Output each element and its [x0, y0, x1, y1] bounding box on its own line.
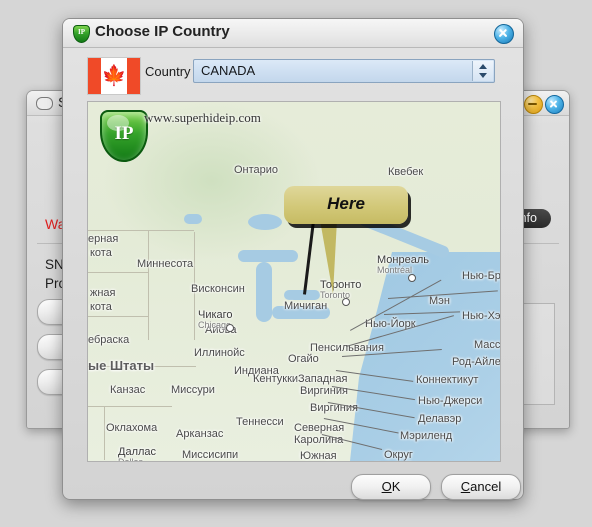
- close-icon[interactable]: [545, 95, 564, 114]
- map-label: Северная: [294, 422, 345, 434]
- map-label: Миннесота: [137, 258, 194, 270]
- border-line: [88, 406, 172, 407]
- cancel-rest: ancel: [470, 479, 502, 494]
- map-label: Мичиган: [284, 300, 328, 312]
- map-label: Колумбия: [374, 461, 424, 462]
- city-dot-chicago: [226, 324, 234, 332]
- country-select-spinner[interactable]: [472, 61, 493, 81]
- ok-rest: K: [391, 479, 401, 494]
- cancel-button[interactable]: Cancel: [441, 474, 521, 500]
- map-label: Мэриленд: [400, 430, 453, 442]
- map-label: Миссури: [171, 384, 215, 396]
- flag-band-right: [127, 58, 140, 94]
- map-label: Висконсин: [191, 283, 245, 295]
- map-label: Нью-Бруно: [462, 270, 501, 282]
- ip-shield-icon: IP: [73, 25, 90, 43]
- country-select[interactable]: CANADA: [193, 59, 495, 83]
- map-label: Монреаль Montréal: [377, 254, 429, 275]
- map-label: Арканзас: [176, 428, 224, 440]
- lake-michigan: [256, 262, 272, 322]
- map-label: Огайо: [288, 353, 319, 365]
- logo-text: IP: [114, 123, 134, 144]
- map-label: Западная: [298, 373, 348, 385]
- dialog-title: Choose IP Country: [95, 23, 230, 40]
- map-label: Кентукки: [253, 373, 299, 385]
- map-label: Массачу: [474, 339, 501, 351]
- flag-band-left: [88, 58, 101, 94]
- lake: [184, 214, 202, 224]
- choose-ip-country-dialog[interactable]: IP Choose IP Country 🍁 Country CANADA IP…: [62, 18, 524, 500]
- map-label: Даллас Dallas: [118, 446, 156, 462]
- map-label: ебраска: [88, 334, 130, 346]
- border-line: [88, 230, 194, 231]
- map-label: кота: [90, 301, 112, 313]
- map-label: Онтарио: [234, 164, 279, 176]
- map-label: Оклахома: [106, 422, 158, 434]
- here-callout: Here: [284, 186, 408, 224]
- city-dot-toronto: [342, 298, 350, 306]
- map-label: ерная: [88, 233, 119, 245]
- map-label: Южная: [300, 450, 337, 462]
- border-line: [88, 272, 148, 273]
- map-label: Квебек: [388, 166, 424, 178]
- dialog-titlebar[interactable]: IP Choose IP Country: [63, 19, 523, 48]
- canada-flag-icon: 🍁: [87, 57, 141, 95]
- country-map[interactable]: IP www.superhideip.com Онтарио Квебек ерна…: [87, 101, 501, 462]
- country-select-value: CANADA: [201, 63, 256, 78]
- city-dot-montreal: [408, 274, 416, 282]
- map-label: Иллинойс: [194, 347, 245, 359]
- map-label: Округ: [384, 449, 413, 461]
- here-callout-label: Here: [327, 194, 365, 213]
- close-icon[interactable]: [494, 24, 514, 44]
- watermark: www.superhideip.com: [144, 110, 261, 125]
- map-label: Мэн: [429, 295, 450, 307]
- minimize-icon[interactable]: [524, 95, 543, 114]
- callout-tail: [320, 220, 337, 294]
- maple-leaf-icon: 🍁: [101, 65, 127, 87]
- border-line: [148, 230, 149, 340]
- spinner-down-icon[interactable]: [479, 73, 487, 78]
- map-label: Теннесси: [236, 416, 284, 428]
- map-label-latin: Dallas: [118, 457, 144, 462]
- country-label: Country: [145, 64, 191, 79]
- callout-tail-shadow: [302, 220, 315, 295]
- border-line: [88, 316, 148, 317]
- map-label-latin: Montréal: [377, 265, 413, 275]
- map-label: Миссисипи: [182, 449, 239, 461]
- map-label: ые Штаты: [88, 358, 155, 373]
- map-label: Делавэр: [418, 413, 462, 425]
- map-label: Коннектикут: [416, 374, 479, 386]
- spinner-up-icon[interactable]: [479, 64, 487, 69]
- map-label: Род-Айленд: [452, 356, 501, 368]
- map-label: кота: [90, 247, 112, 259]
- screen: Su War nfo SN: Prot Ch IP Choose IP Coun…: [0, 0, 592, 527]
- lake-ontario: [284, 290, 320, 300]
- superhideip-logo-icon: IP: [100, 110, 148, 162]
- lake: [248, 214, 282, 230]
- ip-shield-label: IP: [78, 28, 85, 36]
- map-label: Нью-Хэмп: [462, 310, 501, 322]
- ok-mnemonic: O: [381, 479, 392, 494]
- map-label: Нью-Джерси: [418, 395, 483, 407]
- ok-button[interactable]: OK: [351, 474, 431, 500]
- border-line: [104, 406, 105, 460]
- lake-superior: [238, 250, 298, 262]
- map-label: Каролина: [294, 434, 344, 446]
- map-label: Пенсильвания: [310, 342, 384, 354]
- cancel-mnemonic: C: [460, 479, 471, 494]
- map-label: жная: [90, 287, 116, 299]
- map-label: Канзас: [110, 384, 146, 396]
- window-oval-icon: [36, 97, 53, 110]
